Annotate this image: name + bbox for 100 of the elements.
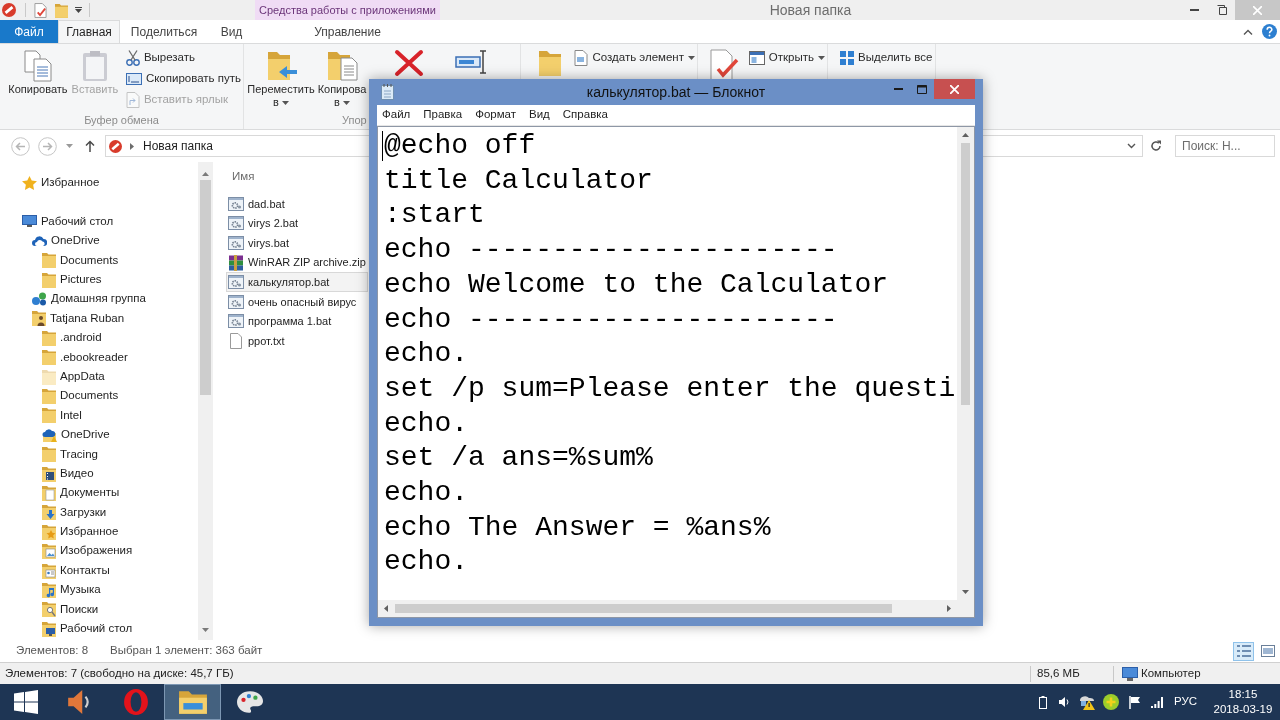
signal-icon[interactable]: [1150, 696, 1163, 708]
nav-item[interactable]: .ebookreader: [42, 347, 128, 367]
open-button[interactable]: Открыть: [746, 47, 827, 68]
folder-icon: [42, 271, 56, 288]
window-title: калькулятор.bat — Блокнот: [586, 82, 766, 102]
nav-item[interactable]: Documents: [42, 250, 119, 270]
network-warning-icon[interactable]: [1077, 694, 1096, 710]
nav-item[interactable]: Tatjana Ruban: [32, 308, 125, 329]
new-item-button[interactable]: Создать элемент: [572, 47, 697, 68]
select-all-button[interactable]: Выделить все: [838, 47, 935, 68]
file-tab[interactable]: Файл: [0, 20, 58, 43]
search-folder-icon: [42, 601, 56, 618]
ribbon-tab[interactable]: Управление: [255, 20, 440, 43]
minimize-icon: [893, 88, 903, 90]
nav-item[interactable]: Домашняя группа: [32, 289, 146, 309]
vertical-scrollbar[interactable]: [957, 127, 974, 600]
nav-item[interactable]: Избранное: [22, 173, 100, 193]
document-folder-icon: [42, 484, 56, 501]
nav-item[interactable]: Рабочий стол: [42, 619, 133, 639]
clipboard-icon: [80, 50, 109, 82]
nav-item[interactable]: Изображения: [42, 541, 133, 561]
plus-circle-icon[interactable]: [1102, 694, 1119, 710]
nav-item[interactable]: Pictures: [42, 269, 102, 290]
scrollbar[interactable]: [198, 162, 213, 640]
file-item[interactable]: dad.bat: [226, 194, 368, 214]
copy-button[interactable]: Копировать: [6, 47, 70, 110]
nav-item[interactable]: .android: [42, 328, 102, 348]
nav-item[interactable]: Загрузки: [42, 502, 107, 523]
copy-to-button[interactable]: Копирова в: [316, 47, 368, 110]
document-check-icon[interactable]: [34, 2, 47, 18]
close-button[interactable]: [934, 79, 975, 99]
no-entry-icon: [109, 139, 122, 153]
nav-item[interactable]: Рабочий стол: [22, 211, 114, 232]
rename-icon: [455, 49, 487, 75]
address-field[interactable]: Новая папка: [105, 135, 369, 157]
no-entry-icon[interactable]: [2, 3, 16, 17]
folder-icon: [42, 329, 56, 346]
gear-window-icon: [228, 313, 244, 330]
caret-up-icon[interactable]: [1243, 28, 1253, 35]
nav-item[interactable]: Видео: [42, 463, 94, 484]
move-to-button[interactable]: Переместить в: [246, 47, 316, 110]
scissors-icon: [125, 49, 140, 66]
menu-item[interactable]: Вид: [529, 106, 550, 124]
menu-item[interactable]: Справка: [562, 106, 608, 124]
gear-window-icon: [228, 195, 244, 212]
folder-icon: [42, 349, 56, 366]
code-line: echo ----------------------: [384, 233, 839, 268]
nav-item[interactable]: AppData: [42, 366, 105, 387]
ribbon-tab[interactable]: Вид: [208, 20, 255, 43]
notepad-icon[interactable]: [381, 84, 394, 100]
nav-item[interactable]: Documents: [42, 386, 119, 406]
menu-item[interactable]: Формат: [475, 106, 516, 124]
column-header[interactable]: Имя: [232, 168, 255, 186]
refresh-icon: [1150, 140, 1162, 152]
file-item[interactable]: очень опасный вирус: [226, 291, 368, 312]
battery-icon[interactable]: [1038, 695, 1047, 709]
books-icon: [228, 254, 244, 271]
nav-item[interactable]: Документы: [42, 483, 120, 503]
gear-window-icon: [228, 235, 244, 251]
ribbon-tab[interactable]: Поделиться: [120, 20, 208, 43]
help-icon[interactable]: [1262, 24, 1277, 39]
clock-date[interactable]: 2018-03-19: [1213, 702, 1273, 717]
cut-button[interactable]: Вырезать: [123, 47, 198, 68]
code-line: echo.: [384, 545, 469, 580]
nav-item[interactable]: Поиски: [42, 599, 99, 619]
nav-item[interactable]: Музыка: [42, 580, 101, 600]
nav-item[interactable]: Избранное: [42, 522, 119, 542]
windows-logo-icon[interactable]: [14, 690, 38, 714]
ribbon-tab[interactable]: Главная: [58, 20, 120, 43]
volume-icon[interactable]: [1058, 696, 1069, 708]
flag-icon[interactable]: [1128, 695, 1141, 709]
folder-icon: [42, 446, 56, 463]
folder-icon: [537, 49, 562, 77]
nav-item[interactable]: OneDrive: [32, 231, 100, 251]
file-item[interactable]: virys.bat: [226, 233, 368, 253]
code-line: echo ----------------------: [384, 302, 839, 337]
copy-path-button[interactable]: Скопировать путь: [123, 68, 243, 89]
film-folder-icon: [42, 465, 56, 482]
file-item[interactable]: ррот.txt: [226, 331, 368, 351]
code-line: echo.: [384, 337, 469, 372]
up-arrow-icon[interactable]: [85, 140, 95, 152]
caret-icon[interactable]: [75, 7, 82, 13]
nav-item[interactable]: Контакты: [42, 560, 110, 581]
caret-icon: [342, 101, 350, 106]
file-item[interactable]: WinRAR ZIP archive.zip: [226, 252, 368, 273]
network-icon: [32, 292, 47, 307]
menu-item[interactable]: Файл: [382, 106, 411, 124]
details-view-button[interactable]: [1233, 641, 1254, 661]
file-item[interactable]: virys 2.bat: [226, 213, 368, 234]
file-item[interactable]: программа 1.bat: [226, 311, 368, 332]
file-item[interactable]: калькулятор.bat: [226, 272, 368, 292]
list-icon: [1236, 645, 1251, 657]
menu-item[interactable]: Правка: [423, 106, 463, 124]
clock-time[interactable]: 18:15: [1228, 687, 1258, 702]
taskbar-button[interactable]: [164, 684, 221, 720]
language-indicator[interactable]: РУС: [1173, 693, 1197, 711]
nav-item[interactable]: Intel: [42, 405, 82, 426]
nav-item[interactable]: OneDrive: [42, 425, 110, 445]
nav-item[interactable]: Tracing: [42, 444, 98, 464]
search-field[interactable]: Поиск: Н...: [1175, 135, 1275, 157]
